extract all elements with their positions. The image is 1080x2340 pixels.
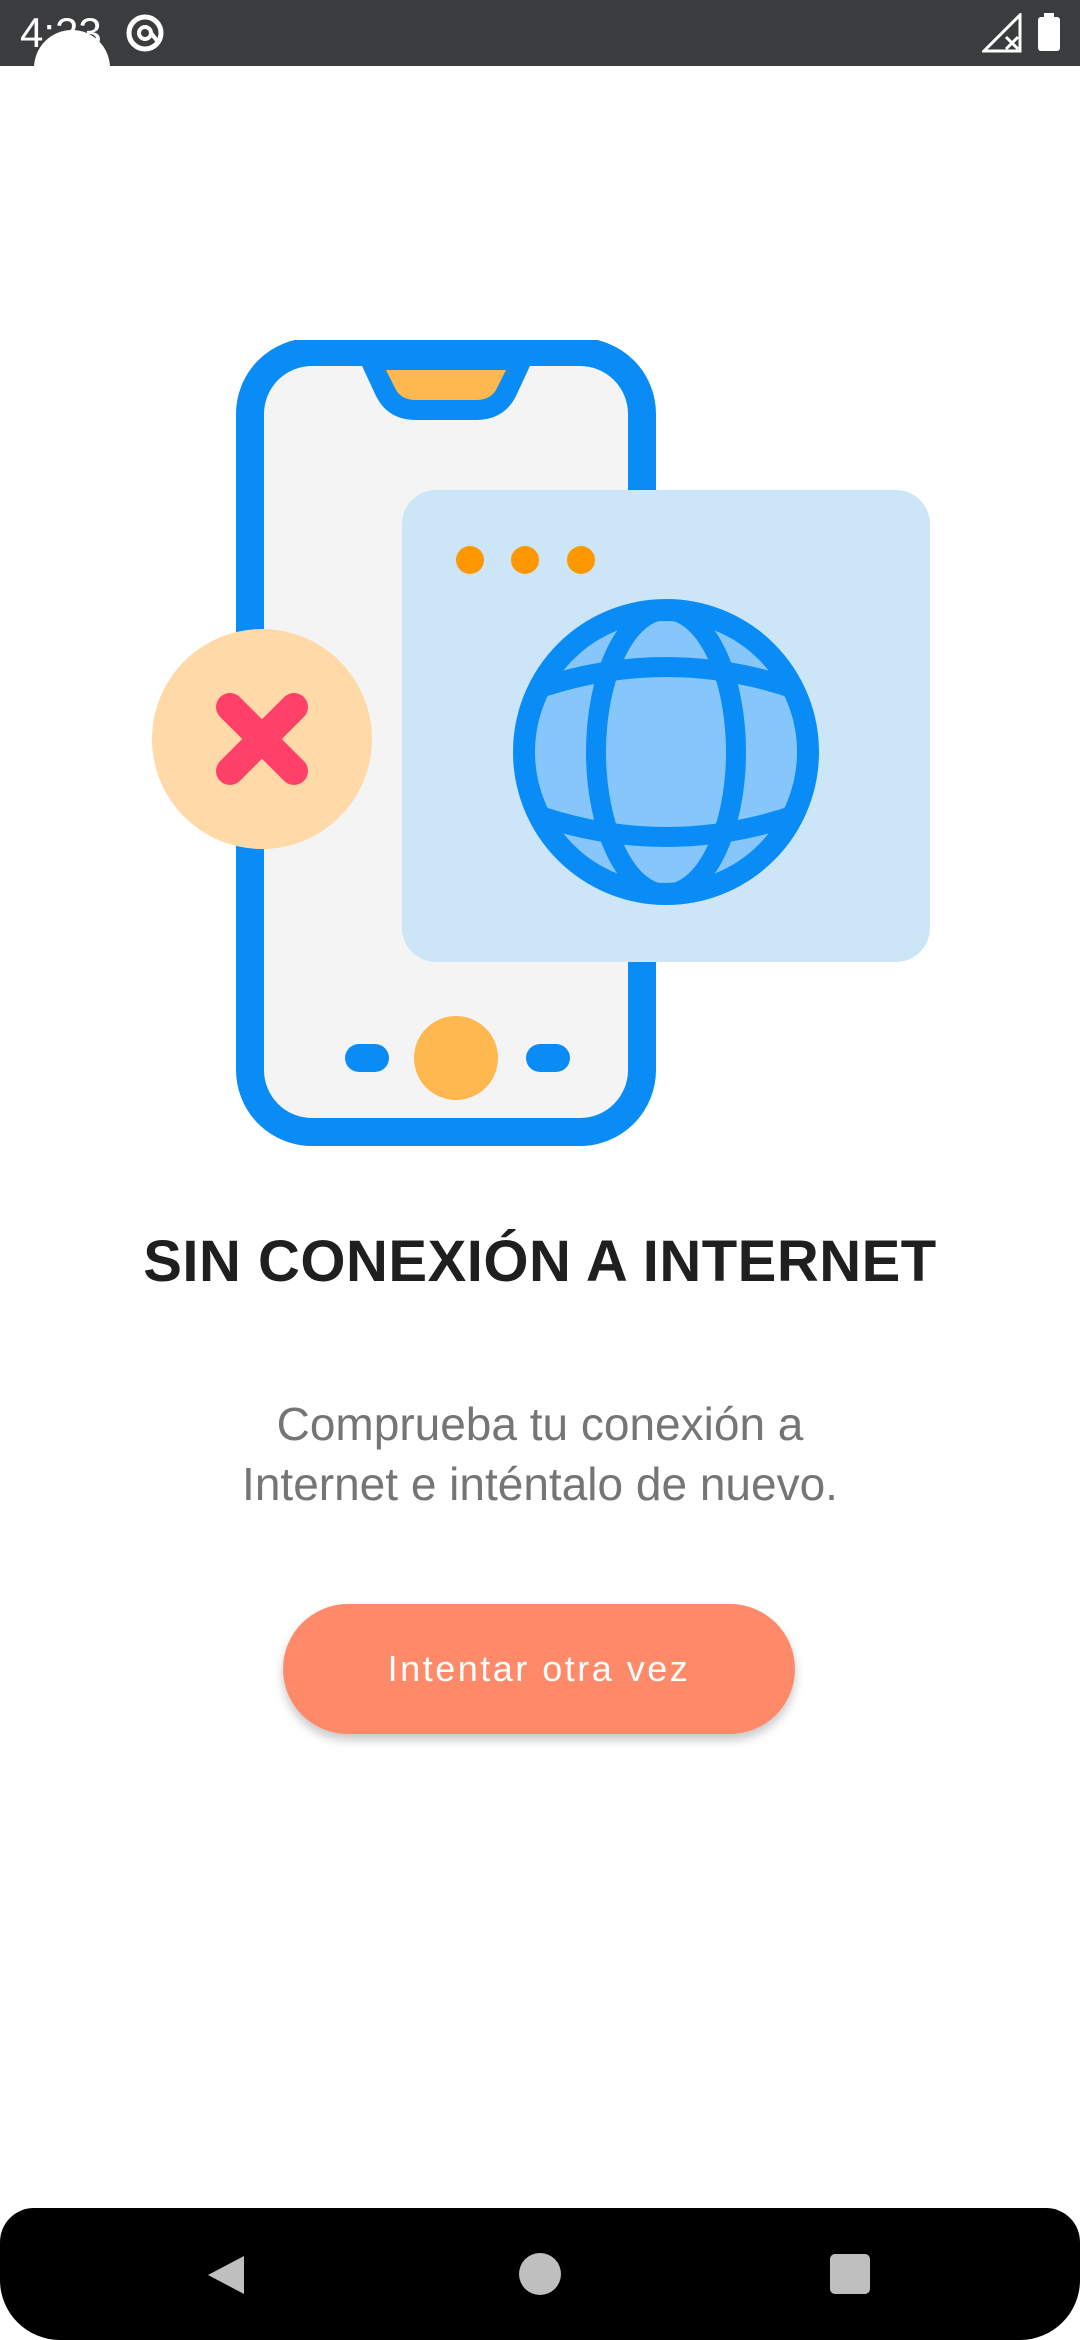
- status-bar: 4:23: [0, 0, 1080, 66]
- globe-icon: [513, 599, 819, 905]
- recents-square-icon[interactable]: [830, 2254, 870, 2294]
- error-x-icon: [152, 629, 372, 849]
- retry-button[interactable]: Intentar otra vez: [283, 1604, 795, 1734]
- page-title: SIN CONEXIÓN A INTERNET: [143, 1229, 937, 1294]
- signal-no-data-icon: [982, 13, 1022, 53]
- back-triangle-icon[interactable]: [206, 2254, 246, 2296]
- at-sign-icon: [126, 14, 164, 52]
- status-right-icons: [982, 12, 1062, 54]
- home-circle-icon[interactable]: [519, 2253, 561, 2295]
- no-connection-illustration: [152, 340, 930, 1146]
- battery-icon: [1038, 13, 1060, 51]
- page-subtitle: Comprueba tu conexión a Internet e intén…: [140, 1394, 940, 1514]
- subtitle-line-2: Internet e inténtalo de nuevo.: [242, 1458, 838, 1510]
- subtitle-line-1: Comprueba tu conexión a: [276, 1398, 804, 1450]
